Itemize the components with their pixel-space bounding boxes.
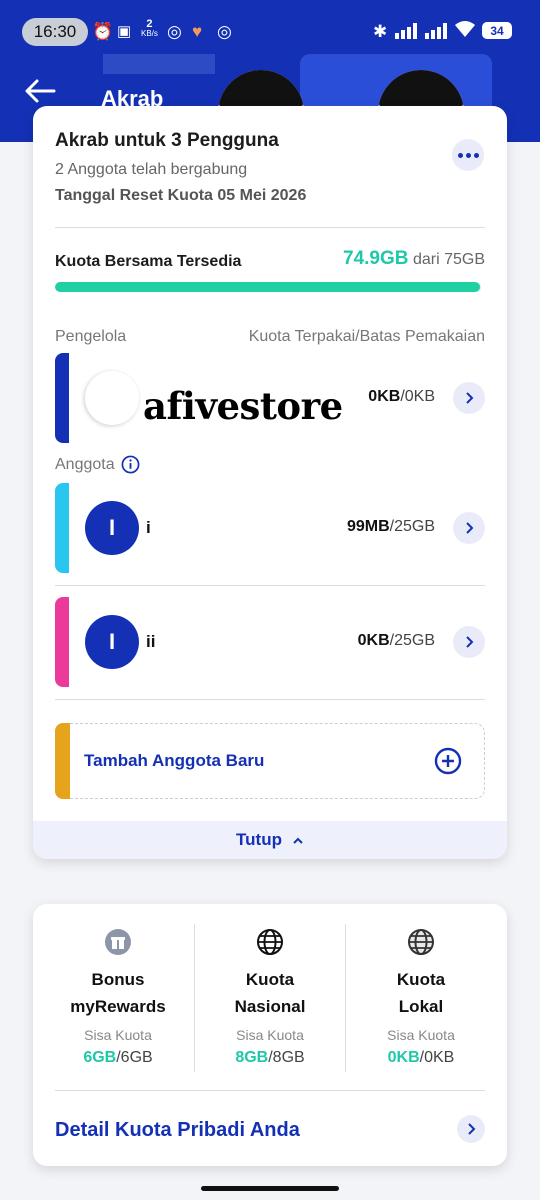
member-row[interactable]: I ii 0KB/25GB — [55, 597, 485, 687]
whatsapp-icon: ◎ — [217, 22, 232, 41]
store-name-overlay: afivestore — [143, 384, 343, 428]
app-notification-icon: ♥ — [192, 22, 203, 41]
members-section-label: Anggota — [55, 455, 140, 474]
quota-value: 0KB/0KB — [387, 1049, 455, 1066]
bluetooth-icon: ✱ — [373, 22, 388, 41]
collapse-button[interactable]: Tutup — [33, 821, 507, 859]
status-time: 16:30 — [22, 18, 88, 46]
row-color-stripe — [55, 353, 69, 443]
chevron-right-icon[interactable] — [453, 626, 485, 658]
avatar — [85, 371, 139, 425]
manager-section-label: Pengelola — [55, 328, 127, 345]
globe-icon — [257, 929, 283, 955]
quota-name: Kuota — [245, 970, 295, 989]
member-usage: 0KB/0KB — [368, 388, 435, 405]
signal-icon — [395, 22, 417, 39]
personal-quota-detail-link[interactable]: Detail Kuota Pribadi Anda — [55, 1119, 300, 1142]
divider — [55, 1090, 485, 1091]
signal-icon — [425, 22, 447, 39]
quota-name: Kuota — [396, 970, 446, 989]
row-color-stripe — [55, 483, 69, 573]
home-indicator[interactable] — [201, 1186, 339, 1191]
quota-name: Bonus — [91, 970, 145, 989]
family-plan-card: Akrab untuk 3 Pengguna 2 Anggota telah b… — [33, 106, 507, 859]
avatar: I — [85, 615, 139, 669]
row-color-stripe — [55, 597, 69, 687]
add-member-button[interactable]: Tambah Anggota Baru — [55, 723, 485, 799]
add-member-label: Tambah Anggota Baru — [84, 751, 265, 770]
globe-icon — [408, 929, 434, 955]
personal-quota-card: Bonus myRewards Sisa Kuota 6GB/6GB Kuota… — [33, 904, 507, 1166]
quota-name: myRewards — [70, 997, 166, 1016]
back-arrow-icon[interactable] — [24, 77, 56, 105]
plan-title: Akrab untuk 3 Pengguna — [55, 130, 279, 151]
shared-quota-label: Kuota Bersama Tersedia — [55, 253, 242, 270]
member-name: i — [146, 518, 151, 537]
info-icon[interactable] — [121, 455, 140, 474]
gift-icon — [105, 929, 131, 955]
collapse-label: Tutup — [236, 830, 282, 849]
message-icon: ▣ — [117, 23, 132, 40]
net-speed: 2 KB/s — [141, 18, 158, 39]
shared-quota-value: 74.9GB dari 75GB — [343, 248, 485, 270]
usage-column-header: Kuota Terpakai/Batas Pemakaian — [248, 328, 485, 345]
alarm-icon: ⏰ — [92, 22, 114, 41]
quota-sub: Sisa Kuota — [84, 1027, 152, 1043]
divider — [55, 699, 485, 700]
chevron-right-icon[interactable] — [453, 512, 485, 544]
reset-date-text: Tanggal Reset Kuota 05 Mei 2026 — [55, 187, 307, 204]
chevron-right-icon[interactable] — [457, 1115, 485, 1143]
chevron-right-icon[interactable] — [453, 382, 485, 414]
member-usage: 99MB/25GB — [346, 518, 435, 535]
whatsapp-icon: ◎ — [167, 22, 182, 41]
member-name: ii — [146, 632, 156, 651]
quota-sub: Sisa Kuota — [387, 1027, 455, 1043]
shared-quota-total: dari 75GB — [412, 251, 485, 268]
quota-national-column[interactable]: Kuota Nasional Sisa Kuota 8GB/8GB — [195, 924, 345, 1067]
wifi-icon — [455, 21, 475, 37]
divider — [55, 585, 485, 586]
battery-indicator: 34 — [482, 22, 512, 39]
quota-sub: Sisa Kuota — [236, 1027, 304, 1043]
shared-quota-available: 74.9GB — [343, 248, 409, 269]
avatar: I — [85, 501, 139, 555]
shared-quota-progress-fill — [55, 282, 481, 292]
member-usage: 0KB/25GB — [357, 632, 435, 649]
status-bar: 16:30 ⏰ ▣ 2 KB/s ◎ ♥ ◎ ✱ 34 — [0, 0, 540, 62]
member-row[interactable]: I i 99MB/25GB — [55, 483, 485, 573]
quota-local-column[interactable]: Kuota Lokal Sisa Kuota 0KB/0KB — [346, 924, 496, 1067]
more-options-button[interactable] — [452, 139, 484, 171]
row-color-stripe — [55, 723, 70, 799]
divider — [55, 227, 485, 228]
quota-name: Nasional — [234, 997, 306, 1016]
quota-name: Lokal — [398, 997, 444, 1016]
shared-quota-progress-bar — [55, 282, 481, 292]
members-joined-text: 2 Anggota telah bergabung — [55, 161, 248, 178]
quota-value: 8GB/8GB — [235, 1049, 305, 1066]
plus-circle-icon[interactable] — [434, 747, 462, 775]
quota-bonus-column[interactable]: Bonus myRewards Sisa Kuota 6GB/6GB — [43, 924, 193, 1067]
quota-value: 6GB/6GB — [83, 1049, 153, 1066]
chevron-up-icon — [293, 837, 303, 844]
more-dots-icon — [457, 152, 463, 158]
